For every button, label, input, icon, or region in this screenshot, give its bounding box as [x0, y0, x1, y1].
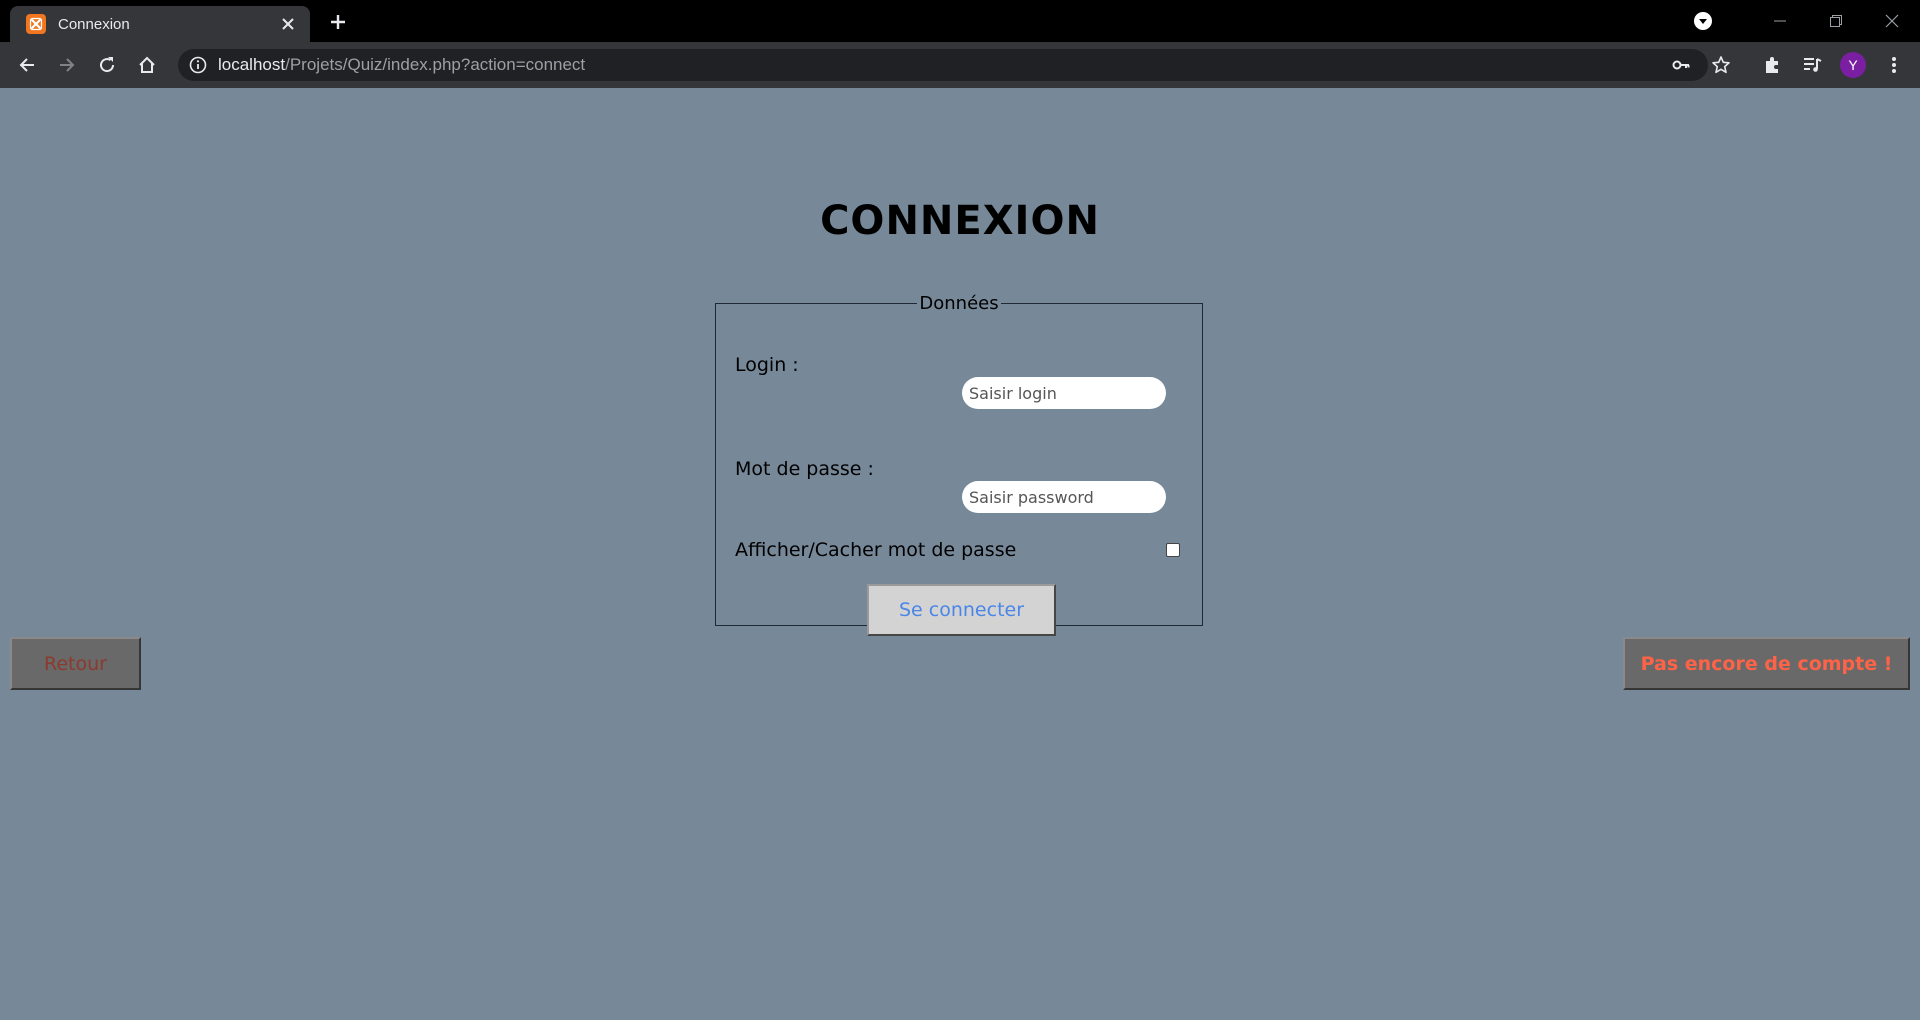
url-path: /Projets/Quiz/index.php?action=connect [285, 55, 586, 74]
browser-tab[interactable]: Connexion [10, 6, 310, 42]
tab-search-icon[interactable] [1694, 12, 1712, 30]
browser-tab-strip: Connexion [0, 0, 1920, 42]
back-arrow-icon[interactable] [11, 49, 43, 81]
extensions-puzzle-icon[interactable] [1756, 49, 1788, 81]
address-bar[interactable]: localhost/Projets/Quiz/index.php?action=… [178, 49, 1730, 81]
profile-avatar[interactable]: Y [1840, 52, 1866, 78]
password-label: Mot de passe : [735, 458, 874, 480]
page-title: CONNEXION [820, 198, 1100, 244]
show-password-checkbox[interactable] [1166, 543, 1180, 557]
connect-button[interactable]: Se connecter [867, 584, 1056, 636]
forward-arrow-icon[interactable] [51, 49, 83, 81]
signup-button[interactable]: Pas encore de compte ! [1623, 637, 1910, 690]
key-icon[interactable] [1670, 54, 1692, 76]
new-tab-icon[interactable] [324, 8, 352, 36]
show-password-label: Afficher/Cacher mot de passe [735, 539, 1017, 561]
reload-icon[interactable] [91, 49, 123, 81]
minimize-icon[interactable] [1752, 0, 1808, 42]
login-label: Login : [735, 354, 799, 376]
site-info-icon[interactable] [188, 55, 208, 75]
fieldset-legend: Données [919, 293, 999, 314]
restore-icon[interactable] [1808, 0, 1864, 42]
close-window-icon[interactable] [1864, 0, 1920, 42]
login-fieldset: Données Login : Mot de passe : Afficher/… [715, 293, 1203, 636]
password-input[interactable] [962, 481, 1166, 513]
more-menu-icon[interactable] [1878, 49, 1910, 81]
xampp-icon [26, 14, 46, 34]
home-icon[interactable] [131, 49, 163, 81]
login-input[interactable] [962, 377, 1166, 409]
tab-title: Connexion [58, 15, 130, 33]
browser-toolbar: localhost/Projets/Quiz/index.php?action=… [0, 42, 1920, 88]
media-queue-icon[interactable] [1796, 49, 1828, 81]
url-text: localhost/Projets/Quiz/index.php?action=… [218, 49, 585, 81]
bookmark-star-icon[interactable] [1710, 54, 1732, 76]
url-host: localhost [218, 55, 286, 74]
close-tab-icon[interactable] [274, 10, 302, 38]
back-button[interactable]: Retour [10, 637, 141, 690]
